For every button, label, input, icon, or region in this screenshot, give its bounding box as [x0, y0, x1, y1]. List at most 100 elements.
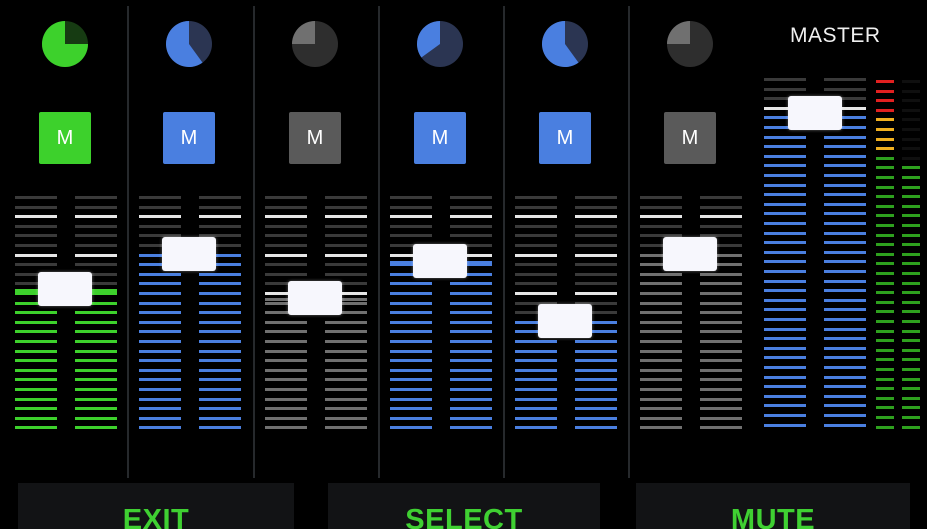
meter-tick-right	[575, 388, 617, 391]
meter-tick-right	[75, 215, 117, 218]
meter-tick-left	[390, 350, 432, 353]
meter-tick-right	[325, 330, 367, 333]
pan-knob-icon[interactable]	[41, 20, 89, 68]
meter-tick-right	[199, 350, 241, 353]
meter-tick-right	[575, 263, 617, 266]
mute-button-label: M	[556, 126, 574, 149]
meter-tick-left	[139, 398, 181, 401]
meter-tick-left	[139, 206, 181, 209]
output-meter-led	[902, 138, 920, 141]
master-tick-right	[824, 145, 866, 148]
output-meter-led	[876, 166, 894, 169]
pan-knob-icon[interactable]	[541, 20, 589, 68]
meter-tick-right	[700, 398, 742, 401]
meter-tick-left	[15, 215, 57, 218]
fader-handle[interactable]	[38, 272, 92, 306]
meter-tick-right	[75, 350, 117, 353]
fader-handle[interactable]	[538, 304, 592, 338]
meter-tick-right	[700, 282, 742, 285]
meter-tick-left	[390, 234, 432, 237]
output-meter-led	[876, 80, 894, 83]
meter-tick-right	[325, 206, 367, 209]
output-meter-led	[902, 118, 920, 121]
meter-tick-left	[15, 254, 57, 257]
master-tick-left	[764, 356, 806, 359]
mute-button[interactable]: M	[39, 112, 91, 164]
meter-tick-left	[515, 206, 557, 209]
meter-tick-right	[75, 330, 117, 333]
meter-tick-left	[515, 273, 557, 276]
mute-button[interactable]: M	[163, 112, 215, 164]
meter-tick-right	[700, 273, 742, 276]
master-tick-right	[824, 164, 866, 167]
master-tick-right	[824, 232, 866, 235]
fader-handle[interactable]	[663, 237, 717, 271]
meter-tick-left	[15, 196, 57, 199]
mute-button[interactable]: M	[539, 112, 591, 164]
master-tick-left	[764, 337, 806, 340]
output-meter-led	[876, 214, 894, 217]
master-tick-right	[824, 193, 866, 196]
output-meter-led	[902, 426, 920, 429]
mute-button[interactable]: M	[664, 112, 716, 164]
meter-tick-right	[575, 234, 617, 237]
meter-tick-right	[450, 426, 492, 429]
meter-tick-left	[390, 407, 432, 410]
pan-knob-icon[interactable]	[416, 20, 464, 68]
output-meter-led	[876, 90, 894, 93]
select-softkey[interactable]: SELECT	[328, 483, 600, 529]
meter-tick-right	[700, 206, 742, 209]
master-fader-handle[interactable]	[788, 96, 842, 130]
output-meter-led	[876, 234, 894, 237]
meter-tick-right	[75, 340, 117, 343]
mute-button[interactable]: M	[289, 112, 341, 164]
mute-softkey[interactable]: MUTE	[636, 483, 910, 529]
meter-tick-right	[325, 234, 367, 237]
meter-tick-right	[575, 426, 617, 429]
meter-tick-left	[515, 340, 557, 343]
meter-tick-left	[15, 311, 57, 314]
output-meter-led	[876, 397, 894, 400]
fader-handle[interactable]	[288, 281, 342, 315]
output-meter-led	[876, 378, 894, 381]
meter-tick-right	[199, 206, 241, 209]
fader-handle[interactable]	[162, 237, 216, 271]
fader-handle[interactable]	[413, 244, 467, 278]
meter-tick-left	[515, 350, 557, 353]
meter-tick-right	[575, 350, 617, 353]
mute-button[interactable]: M	[414, 112, 466, 164]
meter-tick-right	[700, 407, 742, 410]
master-tick-right	[824, 424, 866, 427]
meter-tick-right	[325, 254, 367, 257]
pan-knob-icon[interactable]	[291, 20, 339, 68]
master-tick-left	[764, 203, 806, 206]
meter-tick-left	[139, 417, 181, 420]
pan-knob-icon[interactable]	[666, 20, 714, 68]
meter-tick-right	[199, 340, 241, 343]
meter-tick-left	[265, 321, 307, 324]
exit-softkey[interactable]: EXIT	[18, 483, 294, 529]
output-meter-led	[902, 166, 920, 169]
meter-tick-right	[575, 206, 617, 209]
meter-tick-left	[139, 292, 181, 295]
meter-tick-left	[640, 282, 682, 285]
meter-tick-left	[15, 321, 57, 324]
meter-tick-left	[15, 263, 57, 266]
output-meter-led	[876, 339, 894, 342]
master-tick-right	[824, 241, 866, 244]
meter-tick-right	[199, 282, 241, 285]
meter-tick-left	[15, 407, 57, 410]
meter-tick-left	[265, 330, 307, 333]
pan-knob-icon-fill	[292, 21, 315, 44]
output-meter-led	[902, 406, 920, 409]
meter-tick-right	[199, 398, 241, 401]
meter-tick-left	[390, 398, 432, 401]
output-meter-led	[902, 349, 920, 352]
pan-knob-icon[interactable]	[165, 20, 213, 68]
output-meter-led	[876, 157, 894, 160]
output-meter-led	[876, 426, 894, 429]
output-meter-led	[902, 320, 920, 323]
meter-tick-left	[640, 215, 682, 218]
meter-tick-right	[325, 273, 367, 276]
meter-tick-right	[75, 206, 117, 209]
